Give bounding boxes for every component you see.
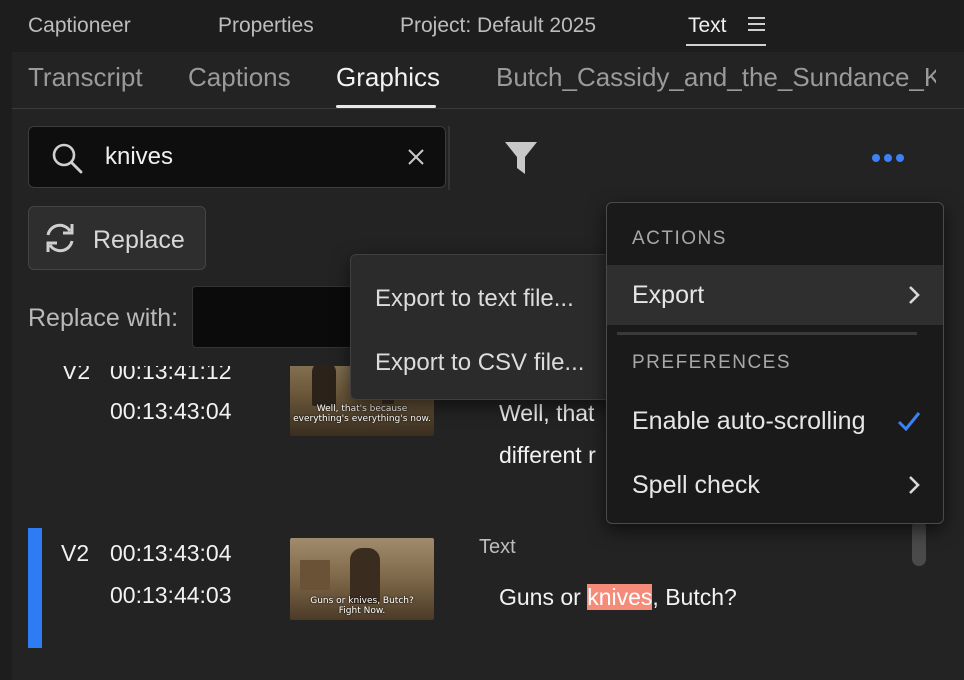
search-icon xyxy=(52,143,83,174)
search-input[interactable] xyxy=(105,140,385,174)
chevron-right-icon xyxy=(909,476,920,494)
more-options-icon[interactable] xyxy=(870,150,906,166)
filter-icon[interactable] xyxy=(504,140,538,176)
replace-button[interactable]: Replace xyxy=(28,206,206,270)
workspace-tab-properties[interactable]: Properties xyxy=(218,14,314,38)
refresh-icon xyxy=(46,223,74,253)
workspace-tab-text[interactable]: Text xyxy=(688,14,727,38)
tab-sequence-name[interactable]: Butch_Cassidy_and_the_Sundance_Kid xyxy=(496,62,936,93)
caption-text-after: , Butch? xyxy=(652,584,737,610)
end-timecode: 00:13:44:03 xyxy=(110,582,232,608)
clear-search-icon[interactable] xyxy=(407,148,425,166)
search-field[interactable] xyxy=(28,126,446,188)
caption-type-label: Text xyxy=(479,536,516,558)
replace-button-label: Replace xyxy=(93,226,185,254)
chevron-right-icon xyxy=(909,286,920,304)
spell-check-menu-item[interactable]: Spell check xyxy=(607,455,943,515)
caption-text: Guns or knives, Butch? xyxy=(499,584,737,611)
actions-menu: ACTIONS Export PREFERENCES Enable auto-s… xyxy=(606,202,944,524)
export-text-file-item[interactable]: Export to text file... xyxy=(375,285,574,313)
tab-captions[interactable]: Captions xyxy=(188,62,291,93)
selection-indicator xyxy=(28,528,42,648)
workspace-tab-project[interactable]: Project: Default 2025 xyxy=(400,14,596,38)
divider xyxy=(448,126,450,190)
tab-transcript[interactable]: Transcript xyxy=(28,62,143,93)
actions-heading: ACTIONS xyxy=(632,228,727,249)
menu-separator xyxy=(617,332,917,335)
workspace-tabs: Captioneer Properties Project: Default 2… xyxy=(0,0,964,52)
search-match-highlight: knives xyxy=(587,584,653,610)
panel-tabs: Transcript Captions Graphics Butch_Cassi… xyxy=(12,52,964,109)
caption-row[interactable]: V2 00:13:43:04 00:13:44:03 Guns or knive… xyxy=(44,520,904,660)
auto-scrolling-label: Enable auto-scrolling xyxy=(632,407,866,435)
hamburger-menu-icon[interactable] xyxy=(748,17,765,31)
replace-with-label: Replace with: xyxy=(28,304,179,332)
thumbnail-caption: everything's everything's now. xyxy=(293,414,431,424)
track-label: V2 xyxy=(61,540,90,566)
caption-text-before: Guns or xyxy=(499,584,588,610)
video-thumbnail: Guns or knives, Butch? Fight Now. xyxy=(290,538,434,620)
thumbnail-caption: Well, that's because xyxy=(316,404,408,414)
spell-check-label: Spell check xyxy=(632,471,760,499)
export-menu-item[interactable]: Export xyxy=(607,265,943,325)
active-workspace-indicator xyxy=(686,44,766,46)
start-timecode: 00:13:43:04 xyxy=(110,540,232,566)
export-csv-file-item[interactable]: Export to CSV file... xyxy=(375,349,584,377)
start-timecode: 00:13:41:12 xyxy=(110,366,232,384)
tab-graphics[interactable]: Graphics xyxy=(336,62,440,93)
checkmark-icon xyxy=(897,412,921,431)
export-label: Export xyxy=(632,281,705,309)
active-tab-indicator xyxy=(336,105,436,108)
thumbnail-caption: Guns or knives, Butch? xyxy=(310,596,414,606)
track-label: V2 xyxy=(62,366,91,384)
thumbnail-caption: Fight Now. xyxy=(338,606,386,616)
scrollbar-thumb[interactable] xyxy=(912,520,926,566)
export-submenu: Export to text file... Export to CSV fil… xyxy=(350,254,612,400)
caption-text: different r xyxy=(499,442,596,468)
end-timecode: 00:13:43:04 xyxy=(110,398,232,424)
caption-text: Well, that xyxy=(499,400,595,426)
auto-scrolling-menu-item[interactable]: Enable auto-scrolling xyxy=(607,391,943,451)
workspace-tab-captioneer[interactable]: Captioneer xyxy=(28,14,131,38)
preferences-heading: PREFERENCES xyxy=(632,352,792,373)
